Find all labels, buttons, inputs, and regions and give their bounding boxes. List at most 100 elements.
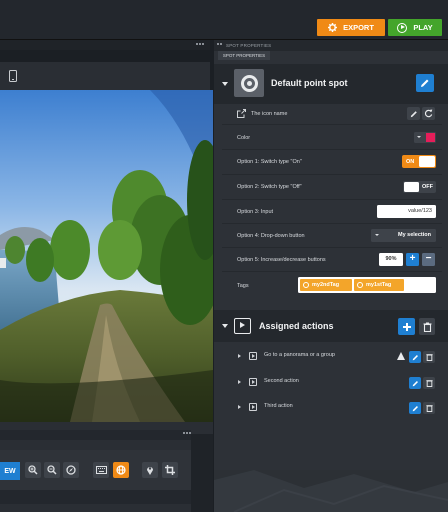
crop-icon	[165, 465, 175, 475]
edit-icon-button[interactable]	[407, 107, 420, 120]
option2-label: Option 2: Switch type "Off"	[237, 184, 302, 190]
add-action-button[interactable]	[398, 318, 415, 335]
spot-header: Default point spot	[214, 64, 448, 104]
export-button[interactable]: EXPORT	[317, 19, 385, 36]
expand-caret-icon[interactable]	[238, 405, 241, 409]
play-button[interactable]: PLAY	[388, 19, 442, 36]
pencil-icon	[412, 380, 418, 386]
edit-action-button[interactable]	[409, 402, 421, 414]
action-label: Second action	[264, 378, 299, 384]
tag-chip[interactable]: my2ndTag	[300, 279, 352, 291]
panorama-image	[0, 90, 213, 422]
delete-action-button[interactable]	[423, 377, 435, 389]
delete-action-button[interactable]	[423, 351, 435, 363]
export-label: EXPORT	[343, 23, 374, 32]
tags-input[interactable]: my2ndTag my1stTag	[298, 277, 436, 293]
top-toolbar: EXPORT PLAY	[0, 0, 448, 40]
globe-button[interactable]	[113, 462, 129, 478]
map-background	[214, 470, 448, 512]
action-row[interactable]: Second action	[214, 374, 448, 392]
action-play-icon	[249, 403, 257, 411]
crop-button[interactable]	[162, 462, 178, 478]
divider	[222, 247, 442, 248]
bottom-panel: EW	[0, 422, 213, 512]
map-pin-button[interactable]	[142, 462, 158, 478]
gutter	[191, 434, 213, 512]
expand-caret-icon[interactable]	[238, 380, 241, 384]
option1-state: ON	[406, 158, 415, 165]
refresh-icon-button[interactable]	[422, 107, 435, 120]
compass-button[interactable]	[63, 462, 79, 478]
map-pin-icon	[147, 467, 153, 475]
option4-label: Option 4: Drop-down button	[237, 233, 305, 239]
toggle-knob	[419, 156, 435, 167]
trash-icon	[423, 322, 431, 332]
view-button[interactable]: EW	[0, 462, 20, 480]
delete-actions-button[interactable]	[419, 318, 435, 335]
mobile-phone-icon[interactable]	[9, 70, 17, 82]
option5-value[interactable]: 90%	[379, 253, 403, 266]
spot-icon-preview[interactable]	[234, 69, 264, 97]
action-play-icon	[234, 318, 251, 334]
icon-name-label: The icon name	[251, 111, 288, 117]
view-button-label: EW	[4, 467, 16, 475]
zoom-in-icon	[28, 465, 38, 475]
option2-state: OFF	[422, 184, 433, 190]
play-circle-icon	[397, 22, 408, 33]
bottom-panel-footer	[0, 490, 191, 504]
option2-toggle[interactable]: OFF	[403, 181, 436, 193]
collapse-caret-icon[interactable]	[222, 82, 228, 86]
zoom-in-button[interactable]	[25, 462, 41, 478]
gear-icon	[328, 23, 338, 32]
divider	[222, 199, 442, 200]
globe-icon	[116, 465, 126, 475]
map-preview	[214, 470, 448, 512]
option4-dropdown[interactable]: My selection	[371, 229, 436, 242]
pencil-icon	[412, 405, 418, 411]
action-label: Third action	[264, 403, 293, 409]
viewport-toolbar	[0, 62, 210, 90]
expand-caret-icon[interactable]	[238, 354, 241, 358]
viewport-header	[0, 40, 210, 50]
panel-collapse-icon[interactable]	[196, 43, 204, 48]
keyboard-button[interactable]	[93, 462, 109, 478]
panel-menu-icon[interactable]	[217, 43, 223, 48]
minus-icon: −	[425, 253, 432, 264]
panel-subtab[interactable]: SPOT PROPERTIES	[218, 51, 270, 60]
option4-value: My selection	[397, 232, 431, 238]
pencil-icon	[421, 79, 429, 87]
option1-label: Option 1: Switch type "On"	[237, 159, 302, 165]
refresh-icon	[424, 109, 433, 118]
divider	[222, 174, 442, 175]
divider	[222, 223, 442, 224]
panel-tab[interactable]: SPOT PROPERTIES	[214, 40, 448, 51]
option1-toggle[interactable]: ON	[402, 155, 436, 168]
zoom-out-button[interactable]	[44, 462, 60, 478]
edit-action-button[interactable]	[409, 351, 421, 363]
edit-spot-button[interactable]	[416, 74, 434, 92]
color-label: Color	[237, 135, 251, 141]
divider	[222, 271, 442, 272]
action-row[interactable]: Go to a panorama or a group	[214, 348, 448, 366]
plus-icon	[402, 322, 411, 331]
pencil-icon	[410, 110, 417, 117]
option3-input[interactable]: value/123	[377, 205, 436, 218]
decrease-button[interactable]: −	[422, 253, 435, 266]
edit-action-button[interactable]	[409, 377, 421, 389]
collapse-caret-icon[interactable]	[222, 324, 228, 328]
delete-action-button[interactable]	[423, 402, 435, 414]
tag-chip[interactable]: my1stTag	[354, 279, 404, 291]
panorama-viewer[interactable]	[0, 90, 213, 422]
panel-collapse-icon[interactable]	[183, 432, 191, 437]
trash-icon	[425, 354, 433, 361]
action-row[interactable]: Third action	[214, 399, 448, 417]
color-picker[interactable]	[414, 132, 436, 143]
assigned-actions-title: Assigned actions	[259, 321, 334, 331]
external-link-icon[interactable]	[237, 109, 246, 118]
play-label: PLAY	[413, 23, 433, 32]
increase-button[interactable]: +	[406, 253, 419, 266]
option5-label: Option 5: Increase/decrease buttons	[237, 257, 326, 263]
color-swatch	[426, 133, 435, 142]
tags-label: Tags	[237, 283, 249, 289]
warning-icon	[397, 352, 405, 360]
